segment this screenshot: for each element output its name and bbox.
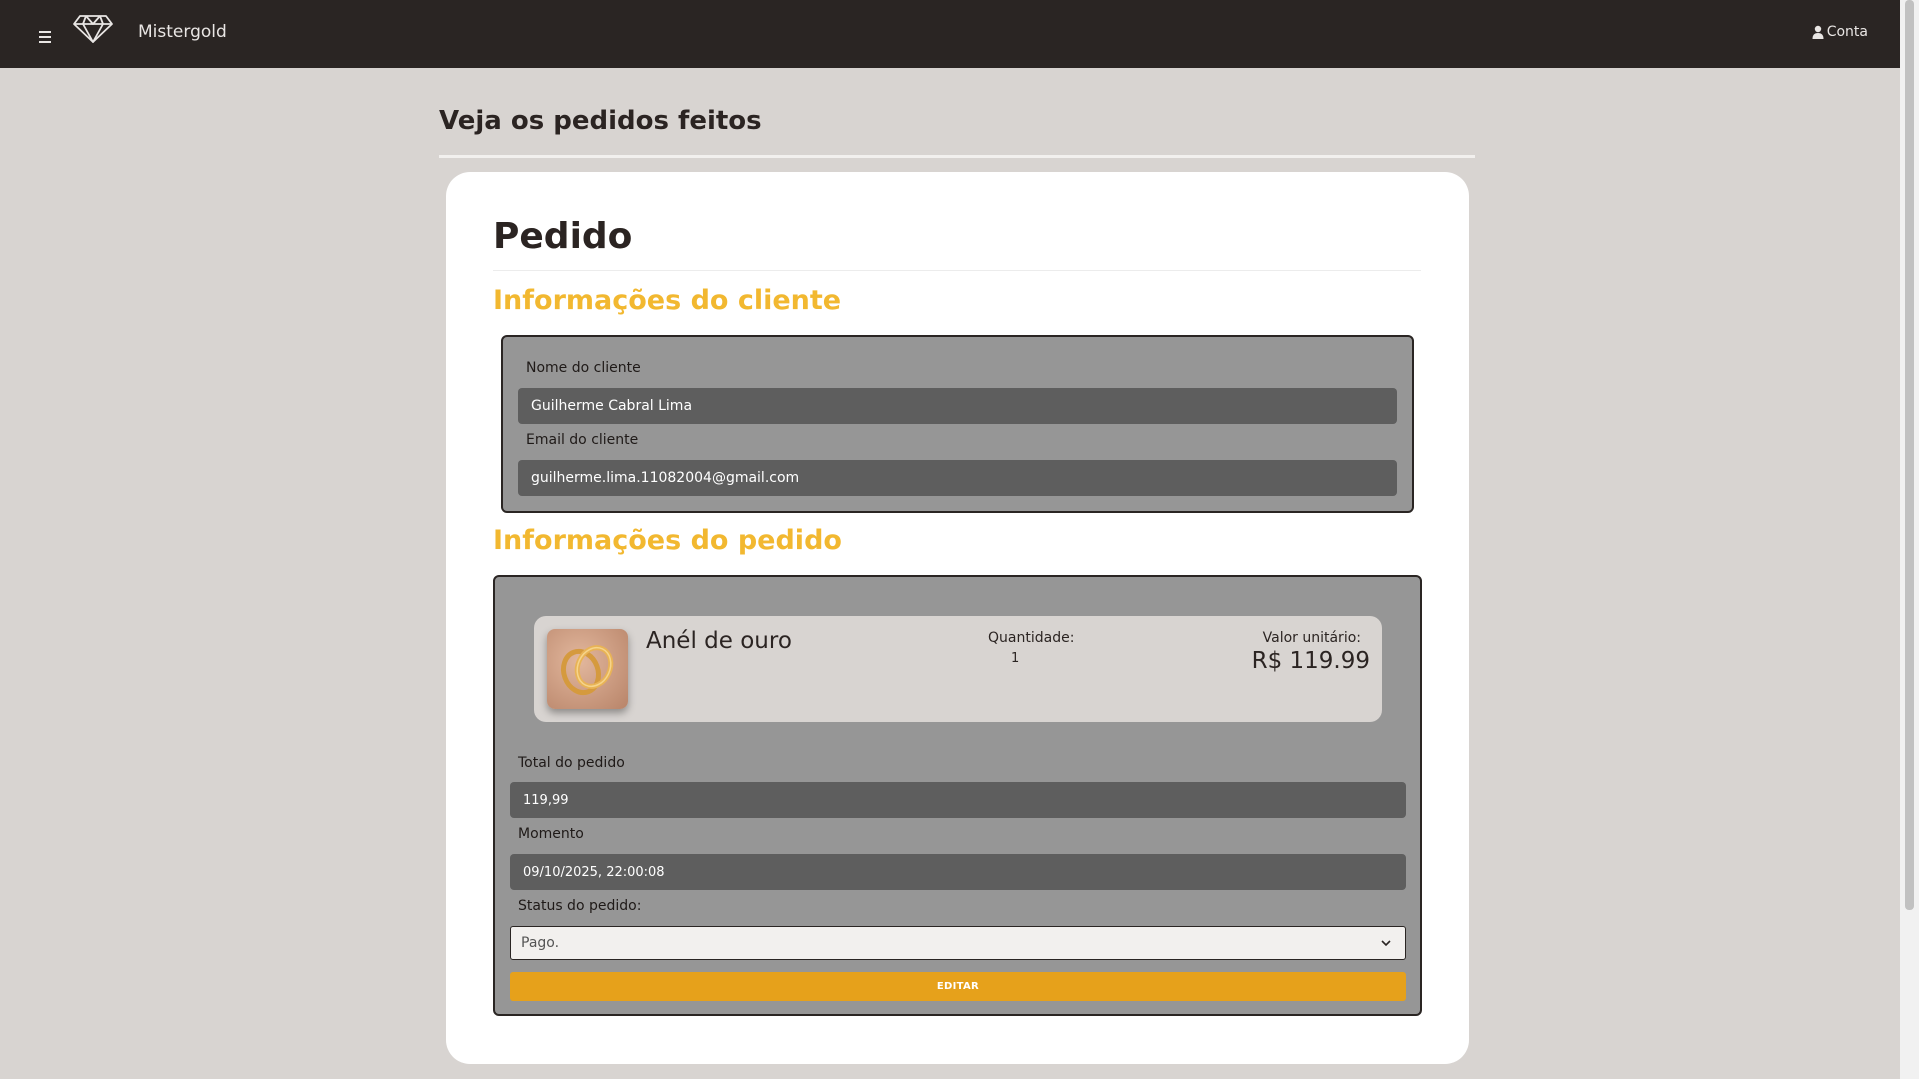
order-section-title: Informações do pedido	[493, 525, 842, 556]
gold-ring-image	[547, 629, 628, 709]
order-info-box: Anél de ouro Quantidade: 1 Valor unitári…	[493, 575, 1422, 1016]
account-link[interactable]: Conta	[1812, 24, 1868, 40]
quantity-value: 1	[1011, 651, 1020, 666]
top-navbar: Mistergold Conta	[0, 0, 1900, 68]
chevron-down-icon	[1381, 940, 1391, 947]
title-divider	[439, 155, 1475, 158]
edit-button[interactable]: EDITAR	[510, 972, 1406, 1001]
page-title: Veja os pedidos feitos	[439, 106, 762, 136]
moment-field[interactable]: 09/10/2025, 22:00:08	[510, 854, 1406, 890]
brand-name[interactable]: Mistergold	[138, 22, 227, 42]
unit-price-value: R$ 119.99	[1251, 648, 1370, 674]
order-card: Pedido Informações do cliente Nome do cl…	[446, 172, 1469, 1064]
client-section-title: Informações do cliente	[493, 285, 842, 316]
total-label: Total do pedido	[518, 755, 625, 771]
diamond-logo-icon[interactable]	[72, 13, 114, 45]
order-item-card: Anél de ouro Quantidade: 1 Valor unitári…	[534, 616, 1382, 722]
client-email-label: Email do cliente	[526, 432, 639, 448]
client-name-field[interactable]: Guilherme Cabral Lima	[518, 388, 1397, 424]
scrollbar-thumb[interactable]	[1905, 0, 1914, 910]
order-title: Pedido	[493, 216, 633, 257]
client-info-box: Nome do cliente Guilherme Cabral Lima Em…	[501, 335, 1414, 513]
total-field[interactable]: 119,99	[510, 782, 1406, 818]
status-select[interactable]: Pago.	[510, 926, 1406, 960]
account-label: Conta	[1826, 24, 1868, 40]
status-label: Status do pedido:	[518, 898, 642, 914]
order-title-divider	[493, 270, 1421, 271]
quantity-label: Quantidade:	[988, 630, 1075, 646]
item-name: Anél de ouro	[646, 628, 792, 654]
hamburger-menu-icon[interactable]	[36, 22, 54, 44]
status-select-value: Pago.	[521, 935, 560, 951]
user-icon	[1812, 25, 1824, 39]
client-name-label: Nome do cliente	[526, 360, 641, 376]
unit-price-label: Valor unitário:	[1262, 630, 1361, 646]
moment-label: Momento	[518, 826, 584, 842]
client-email-field[interactable]: guilherme.lima.11082004@gmail.com	[518, 460, 1397, 496]
